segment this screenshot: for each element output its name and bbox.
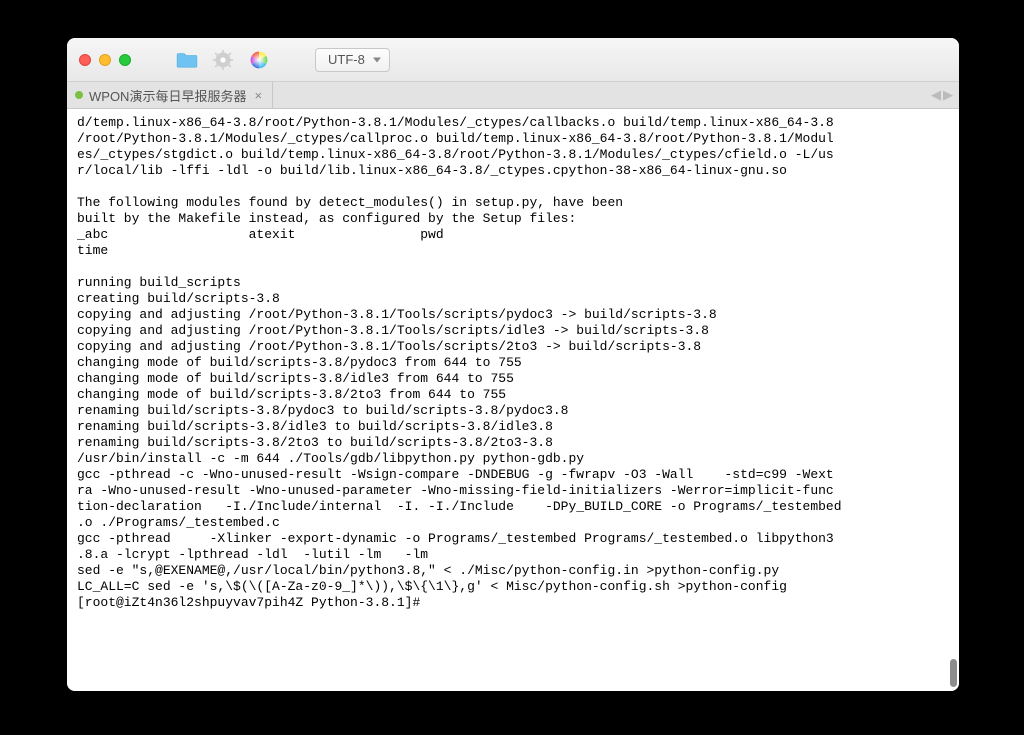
scrollbar-thumb[interactable] [950,659,957,687]
status-dot-icon [75,91,83,99]
tab-session[interactable]: WPON演示每日早报服务器 × [67,82,273,108]
tab-close-button[interactable]: × [254,89,262,102]
terminal-text: d/temp.linux-x86_64-3.8/root/Python-3.8.… [77,115,842,610]
maximize-window-button[interactable] [119,54,131,66]
window-controls [79,54,131,66]
folder-icon-svg [176,51,198,69]
terminal-output[interactable]: d/temp.linux-x86_64-3.8/root/Python-3.8.… [67,109,959,691]
encoding-dropdown[interactable]: UTF-8 [315,48,390,72]
gear-icon[interactable] [209,46,237,74]
tabbar: WPON演示每日早报服务器 × ◀ ▶ [67,82,959,109]
gear-icon-svg [213,50,233,70]
encoding-label: UTF-8 [328,52,365,67]
color-wheel-icon-svg [249,50,269,70]
color-wheel-icon[interactable] [245,46,273,74]
close-window-button[interactable] [79,54,91,66]
titlebar: UTF-8 [67,38,959,82]
tab-nav: ◀ ▶ [931,82,953,108]
tab-prev-button[interactable]: ◀ [931,87,941,103]
folder-icon[interactable] [173,46,201,74]
tab-title: WPON演示每日早报服务器 [89,86,246,105]
terminal-window: UTF-8 WPON演示每日早报服务器 × ◀ ▶ d/temp.linux-x… [67,38,959,691]
minimize-window-button[interactable] [99,54,111,66]
tab-next-button[interactable]: ▶ [943,87,953,103]
